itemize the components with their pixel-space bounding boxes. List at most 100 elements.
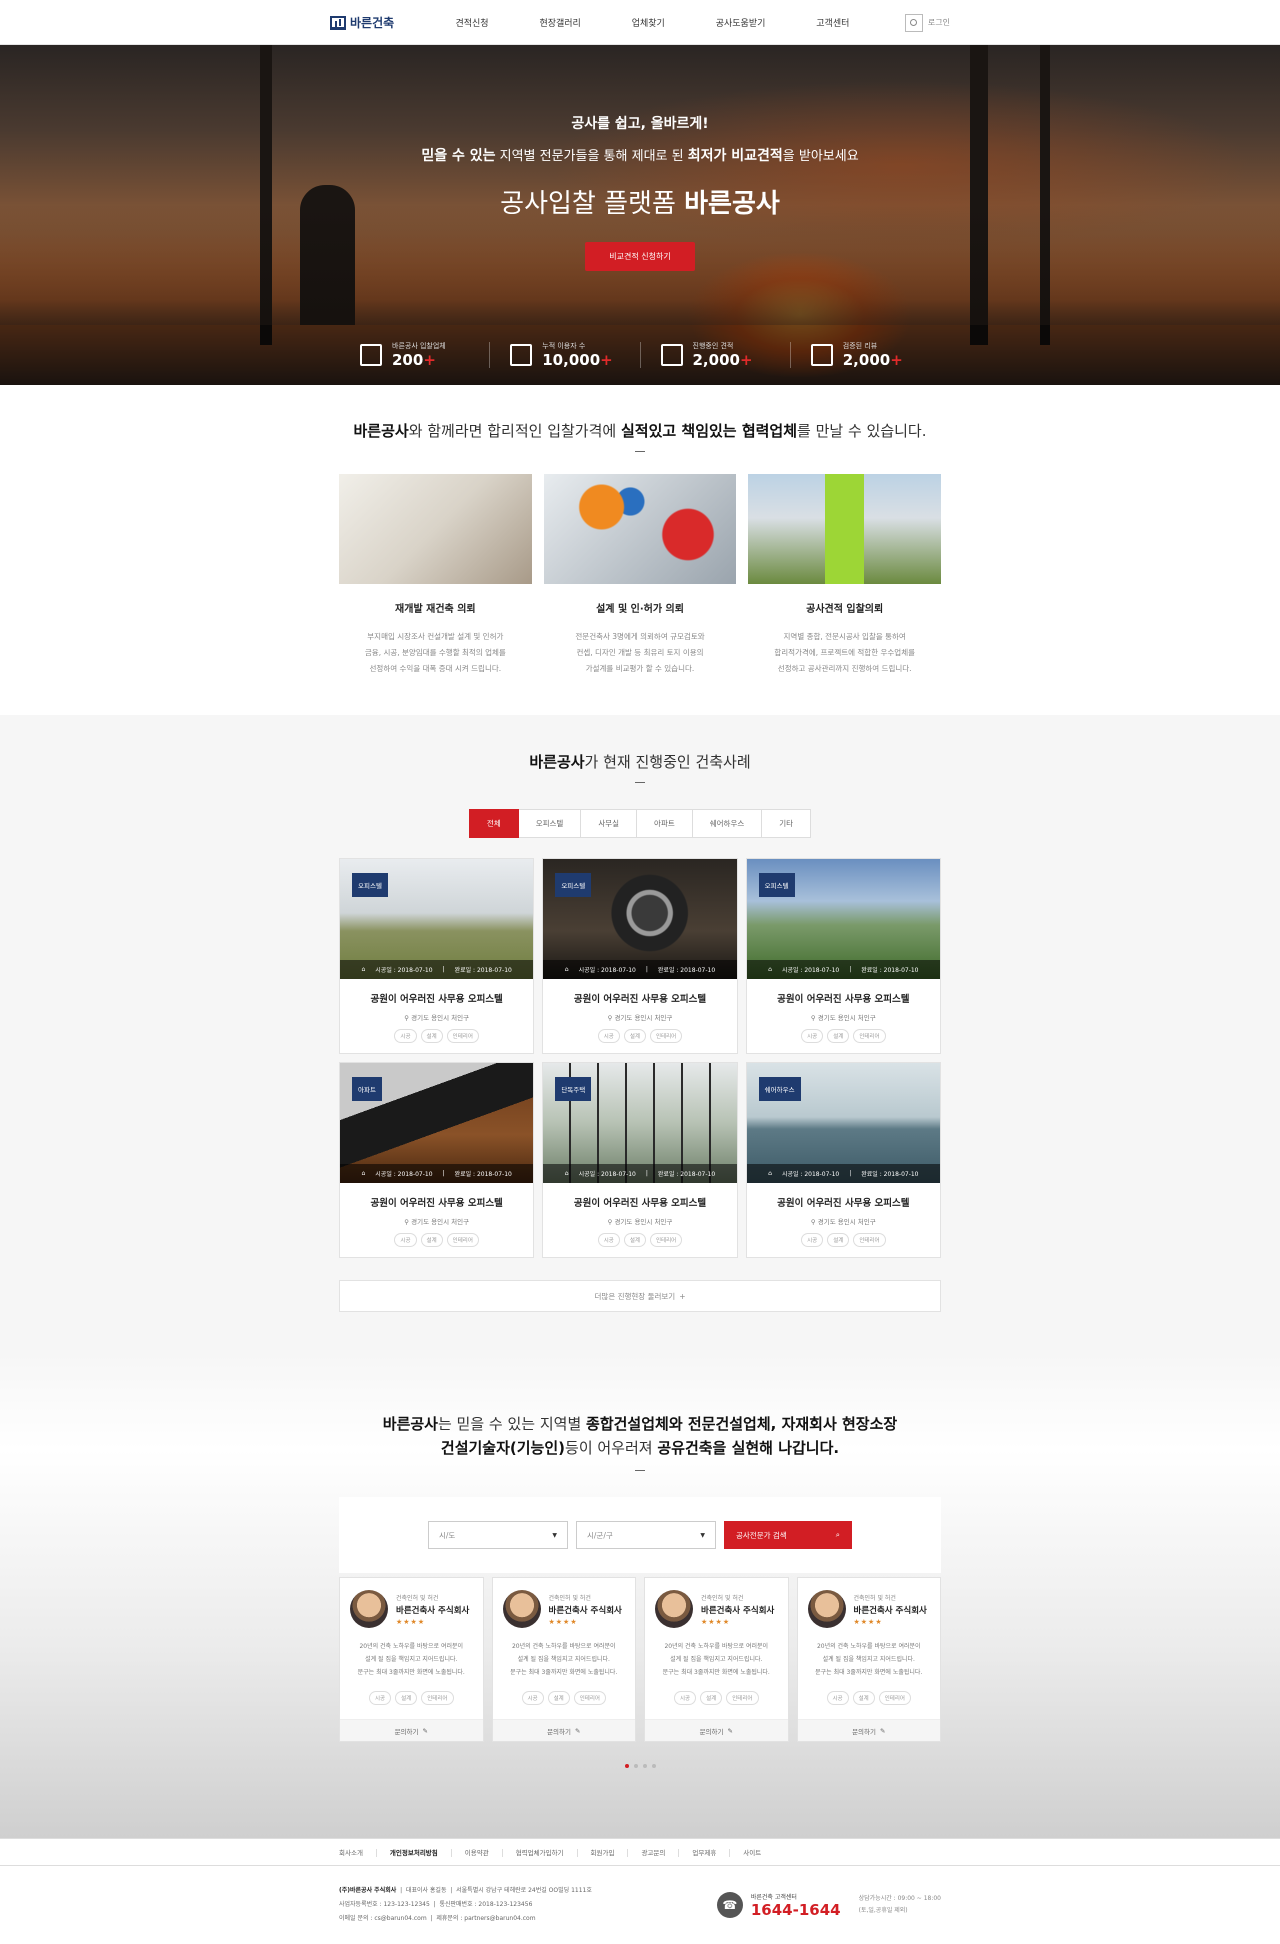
pin-icon: ⚲ [810,1218,816,1226]
case-badge: 오피스텔 [758,873,795,897]
city-select[interactable]: 시/군/구 ▼ [576,1521,716,1549]
case-location: ⚲ 경기도 용인시 처인구 [404,1218,470,1226]
service-image [339,474,532,584]
footer-link[interactable]: 업무제휴 [692,1849,731,1857]
cases-section: 바른공사가 현재 진행중인 건축사례 전체 오피스텔 사무실 아파트 쉐어하우스… [0,715,1280,1352]
carousel-dot[interactable] [642,1764,647,1768]
case-location: ⚲ 경기도 용인시 처인구 [607,1014,673,1022]
home-icon: ⌂ [768,966,772,973]
customer-center: ☎ 바른건축 고객센터 1644-1644 상담가능시간 : 09:00 ~ 18… [716,1884,941,1926]
footer-nav: 회사소개 개인정보처리방침 이용약관 협력업체가입하기 회원가입 광고문의 업무… [0,1838,1280,1866]
footer-link[interactable]: 광고문의 [641,1849,680,1857]
avatar [502,1590,541,1628]
case-card[interactable]: 아파트 ⌂ 시공일 : 2018-07-10 | 완료일 : 2018-07-10 공원… [339,1062,535,1258]
case-card[interactable]: 쉐어하우스 ⌂ 시공일 : 2018-07-10 | 완료일 : 2018-07-10 … [745,1062,941,1258]
tab-officetel[interactable]: 오피스텔 [518,809,582,838]
footer-link[interactable]: 개인정보처리방침 [390,1849,452,1857]
case-tabs: 전체 오피스텔 사무실 아파트 쉐어하우스 기타 [0,809,1280,838]
intro-section: 바른공사와 함께라면 합리적인 입찰가격에 실적있고 책임있는 협력업체를 만날… [0,385,1280,715]
case-badge: 아파트 [352,1077,382,1101]
footer-link[interactable]: 회사소개 [339,1849,377,1857]
carousel-dot[interactable] [651,1764,656,1768]
province-select[interactable]: 시/도 ▼ [428,1521,568,1549]
footer-link[interactable]: 협력업체가입하기 [516,1849,578,1857]
tab-apartment[interactable]: 아파트 [637,809,693,838]
service-card[interactable]: 설계 및 인·허가 의뢰 전문건축사 3명에게 의뢰하여 규모검토와 컨셉, 디자… [543,474,737,677]
case-card[interactable]: 오피스텔 ⌂ 시공일 : 2018-07-10 | 완료일 : 2018-07-10 공… [339,858,535,1054]
caret-down-icon: ▼ [552,1531,557,1539]
search-icon: ⌕ [835,1530,840,1539]
nav-item-gallery[interactable]: 현장갤러리 [539,16,580,29]
inquiry-button[interactable]: 문의하기 ✎ [340,1719,483,1741]
footer-link[interactable]: 회원가입 [591,1849,629,1857]
pin-icon: ⚲ [607,1218,613,1226]
expert-card: 건축인허 및 허건 바른건축사 주식회사 ★★★★ 20년의 건축 노하우를 바탕으… [796,1577,941,1742]
case-title: 공원이 어우러진 사무용 오피스텔 [573,994,707,1005]
pin-icon: ⚲ [607,1014,613,1022]
service-card[interactable]: 공사견적 입찰의뢰 지역별 종합, 전문시공사 입찰을 통하여 합리적가격에, 프… [748,474,942,677]
case-title: 공원이 어우러진 사무용 오피스텔 [370,1198,503,1209]
case-card[interactable]: 오피스텔 ⌂ 시공일 : 2018-07-10 | 완료일 : 2018-07-10 공… [745,858,941,1054]
case-location: ⚲ 경기도 용인시 처인구 [607,1218,673,1226]
cases-title: 바른공사가 현재 진행중인 건축사례 [529,753,751,771]
more-cases-button[interactable]: 더많은 진행현장 둘러보기 + [339,1280,941,1312]
nav-item-help[interactable]: 공사도움받기 [716,16,766,29]
company-info: (주)바른공사 주식회사 | 대표이사 홍길동 | 서울특별시 강남구 테헤란로… [339,1887,592,1922]
experts-title: 바른공사는 믿을 수 있는 지역별 종합건설업체와 전문건설업체, 자재회사 현… [382,1415,898,1457]
footer-link[interactable]: 사이트 [743,1849,774,1857]
footer: (주)바른공사 주식회사 | 대표이사 홍길동 | 서울특별시 강남구 테헤란로… [339,1866,941,1944]
carousel-dot[interactable] [624,1764,629,1768]
building-icon [360,344,382,366]
caret-down-icon: ▼ [700,1531,705,1539]
user-icon [904,13,923,32]
pencil-icon: ✎ [879,1726,886,1735]
pencil-icon: ✎ [727,1726,733,1735]
tab-all[interactable]: 전체 [468,809,519,838]
case-badge: 단독주택 [555,1077,592,1101]
stats-bar: 바른공사 입찰업체 200+ 누적 이용자 수 10,000+ 진행중인 견적 2,0… [0,325,1280,385]
tab-sharehouse[interactable]: 쉐어하우스 [692,809,763,838]
cs-phone-number[interactable]: 1644-1644 [751,1901,841,1919]
footer-link[interactable]: 이용약관 [465,1849,503,1857]
header: 바른건축 견적신청 현장갤러리 업체찾기 공사도움받기 고객센터 로그인 [0,0,1280,45]
case-grid: 오피스텔 ⌂ 시공일 : 2018-07-10 | 완료일 : 2018-07-10 공… [339,858,941,1258]
case-badge: 오피스텔 [352,873,388,897]
logo[interactable]: 바른건축 [330,14,430,31]
case-title: 공원이 어우러진 사무용 오피스텔 [777,1198,910,1209]
login-button[interactable]: 로그인 [904,13,950,32]
case-title: 공원이 어우러진 사무용 오피스텔 [370,994,503,1005]
calculator-icon [660,344,683,366]
tab-office[interactable]: 사무실 [581,809,638,838]
stat-item: 누적 이용자 수 10,000+ [490,342,641,369]
inquiry-button[interactable]: 문의하기 ✎ [492,1719,635,1741]
pencil-icon: ✎ [574,1726,581,1735]
case-card[interactable]: 단독주택 ⌂ 시공일 : 2018-07-10 | 완료일 : 2018-07-10 공… [542,1062,738,1258]
case-badge: 오피스텔 [555,873,592,897]
pin-icon: ⚲ [404,1218,410,1226]
rating-stars: ★★★★ [701,1617,731,1626]
hero-headline: 공사를 쉽고, 올바르게! [571,116,709,132]
expert-search-button[interactable]: 공사전문가 검색 ⌕ [724,1521,852,1549]
expert-card: 건축인허 및 허건 바른건축사 주식회사 ★★★★ 20년의 건축 노하우를 바탕으… [644,1577,789,1742]
home-icon: ⌂ [564,966,569,973]
hero-subline: 믿을 수 있는 지역별 전문가들을 통해 제대로 된 최저가 비교견적을 받아보… [421,148,859,164]
pencil-icon: ✎ [422,1726,428,1735]
service-image [748,474,942,584]
experts-section: 바른공사는 믿을 수 있는 지역별 종합건설업체와 전문건설업체, 자재회사 현… [0,1352,1280,1838]
inquiry-button[interactable]: 문의하기 ✎ [645,1719,788,1741]
phone-icon: ☎ [716,1892,743,1918]
nav-item-find[interactable]: 업체찾기 [632,16,665,29]
case-card[interactable]: 오피스텔 ⌂ 시공일 : 2018-07-10 | 완료일 : 2018-07-10 공… [542,858,738,1054]
logo-icon [330,15,346,30]
inquiry-button[interactable]: 문의하기 ✎ [797,1719,940,1741]
service-card[interactable]: 재개발 재건축 의뢰 부지매입 시장조사 컨설개발 설계 및 인허가 금융, 시공… [339,474,532,677]
nav-item-quote[interactable]: 견적신청 [455,16,488,29]
review-icon [810,344,833,366]
tab-etc[interactable]: 기타 [762,809,812,838]
carousel-dot[interactable] [633,1764,638,1768]
case-title: 공원이 어우러진 사무용 오피스텔 [777,994,910,1005]
expert-search: 시/도 ▼ 시/군/구 ▼ 공사전문가 검색 ⌕ [339,1497,941,1573]
request-quote-button[interactable]: 비교견적 신청하기 [585,242,695,271]
pin-icon: ⚲ [404,1014,410,1022]
nav-item-support[interactable]: 고객센터 [816,16,849,29]
